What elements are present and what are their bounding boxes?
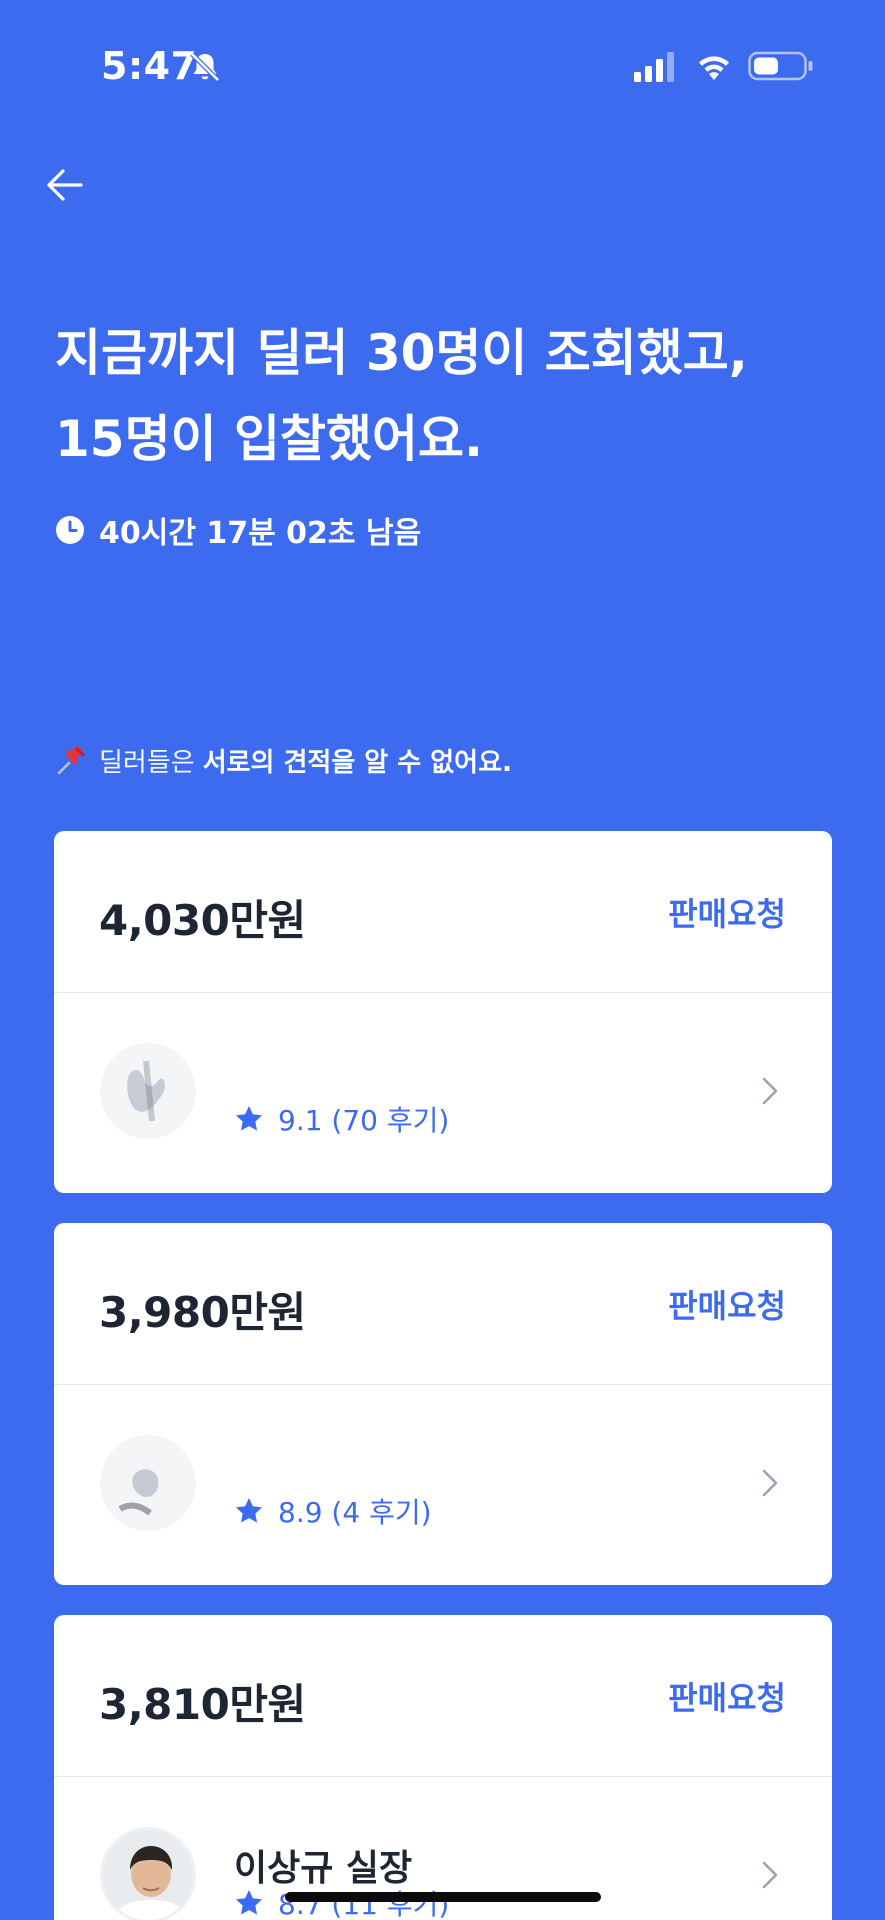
signal-icon — [634, 52, 674, 82]
dealer-photo — [103, 1830, 193, 1920]
pushpin-icon — [57, 745, 85, 775]
notice-prefix: 딜러들은 — [99, 747, 195, 778]
bell-off-icon — [190, 52, 220, 82]
sale-request-button[interactable]: 판매요청 — [668, 1673, 786, 1719]
time-remaining: 40시간 17분 02초 남음 — [55, 510, 422, 551]
chevron-right-icon — [762, 1469, 778, 1497]
star-icon — [236, 1890, 262, 1915]
chevron-right-icon — [762, 1861, 778, 1889]
clock-icon — [56, 516, 84, 544]
back-button[interactable] — [40, 160, 90, 210]
privacy-notice: 딜러들은 서로의 견적을 알 수 없어요. — [55, 742, 512, 778]
home-indicator[interactable] — [285, 1892, 601, 1902]
status-time: 5:47 — [101, 44, 198, 88]
sale-request-button[interactable]: 판매요청 — [668, 1281, 786, 1327]
dealer-rating: 9.1 (70 후기) — [234, 1099, 449, 1139]
star-icon — [236, 1498, 262, 1523]
dealer-row[interactable]: 9.1 (70 후기) — [54, 993, 832, 1193]
arrow-left-icon — [47, 169, 83, 201]
blurred-avatar-image — [100, 1043, 196, 1139]
bid-price: 3,980만원 — [99, 1288, 306, 1337]
screen: 5:47 지금까지 딜러 30명이 조회했고, 15명이 입찰했어요. 40시간… — [0, 0, 885, 1920]
bid-card: 3,810만원 판매요청 이상규 실장 8.7 (11 후기) — [54, 1615, 832, 1920]
headline-line-2: 15명이 입찰했어요. — [55, 410, 483, 468]
notice-emphasis: 서로의 견적을 알 수 없어요. — [202, 747, 512, 778]
rating-text: 9.1 (70 후기) — [278, 1104, 450, 1137]
chevron-right-icon — [762, 1077, 778, 1105]
status-bar: 5:47 — [0, 0, 885, 130]
battery-icon — [748, 51, 813, 81]
blurred-avatar-image — [100, 1435, 196, 1531]
star-icon — [236, 1106, 262, 1131]
wifi-icon — [699, 56, 729, 80]
bid-price: 4,030만원 — [99, 896, 306, 945]
bid-card-header: 4,030만원 판매요청 — [54, 831, 832, 993]
bid-card-header: 3,810만원 판매요청 — [54, 1615, 832, 1777]
rating-text: 8.9 (4 후기) — [278, 1496, 432, 1529]
bid-card: 3,980만원 판매요청 8.9 (4 후기) — [54, 1223, 832, 1585]
bid-price: 3,810만원 — [99, 1680, 306, 1729]
page-title: 지금까지 딜러 30명이 조회했고, 15명이 입찰했어요. — [55, 310, 855, 482]
dealer-row[interactable]: 8.9 (4 후기) — [54, 1385, 832, 1585]
headline-line-1: 지금까지 딜러 30명이 조회했고, — [55, 324, 748, 382]
dealer-avatar — [100, 1043, 196, 1139]
bid-card-header: 3,980만원 판매요청 — [54, 1223, 832, 1385]
dealer-rating: 8.9 (4 후기) — [234, 1491, 432, 1531]
bid-card: 4,030만원 판매요청 9.1 (70 후기) — [54, 831, 832, 1193]
dealer-avatar — [100, 1827, 196, 1920]
timer-text: 40시간 17분 02초 남음 — [99, 516, 422, 551]
sale-request-button[interactable]: 판매요청 — [668, 889, 786, 935]
dealer-avatar — [100, 1435, 196, 1531]
